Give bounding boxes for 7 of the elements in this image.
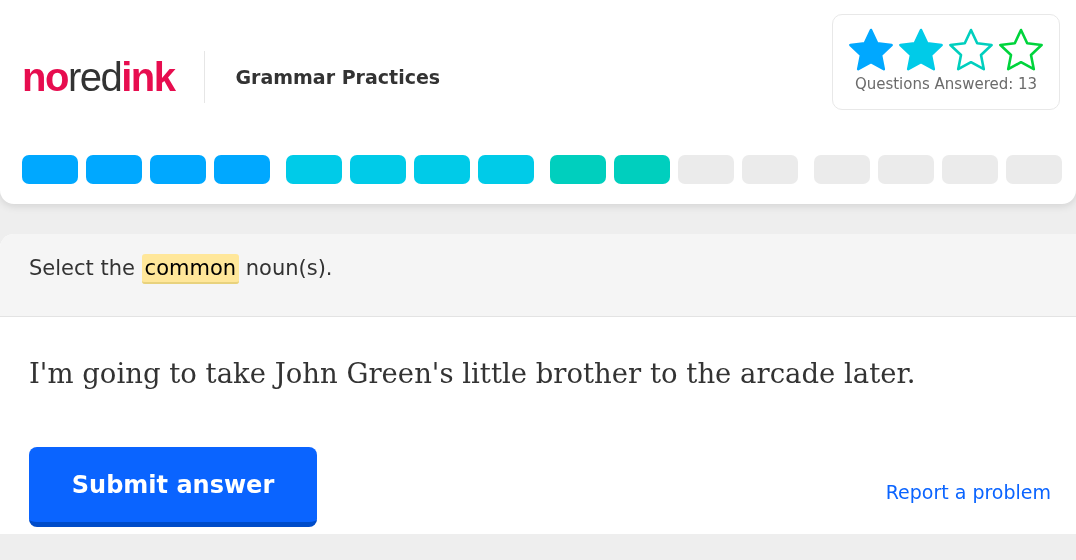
logo: noredink	[22, 51, 206, 103]
question-prompt: Select the common noun(s).	[29, 254, 333, 284]
report-link[interactable]: Report a problem	[885, 481, 1051, 503]
question-sentence: I'm going to take John Green's little brother to the arcade later.	[29, 357, 916, 389]
page-title: Grammar Practices	[235, 66, 442, 88]
submit-button[interactable]: Submit answer	[29, 447, 317, 527]
questions-answered-count: Questions Answered: 13	[854, 75, 1038, 93]
